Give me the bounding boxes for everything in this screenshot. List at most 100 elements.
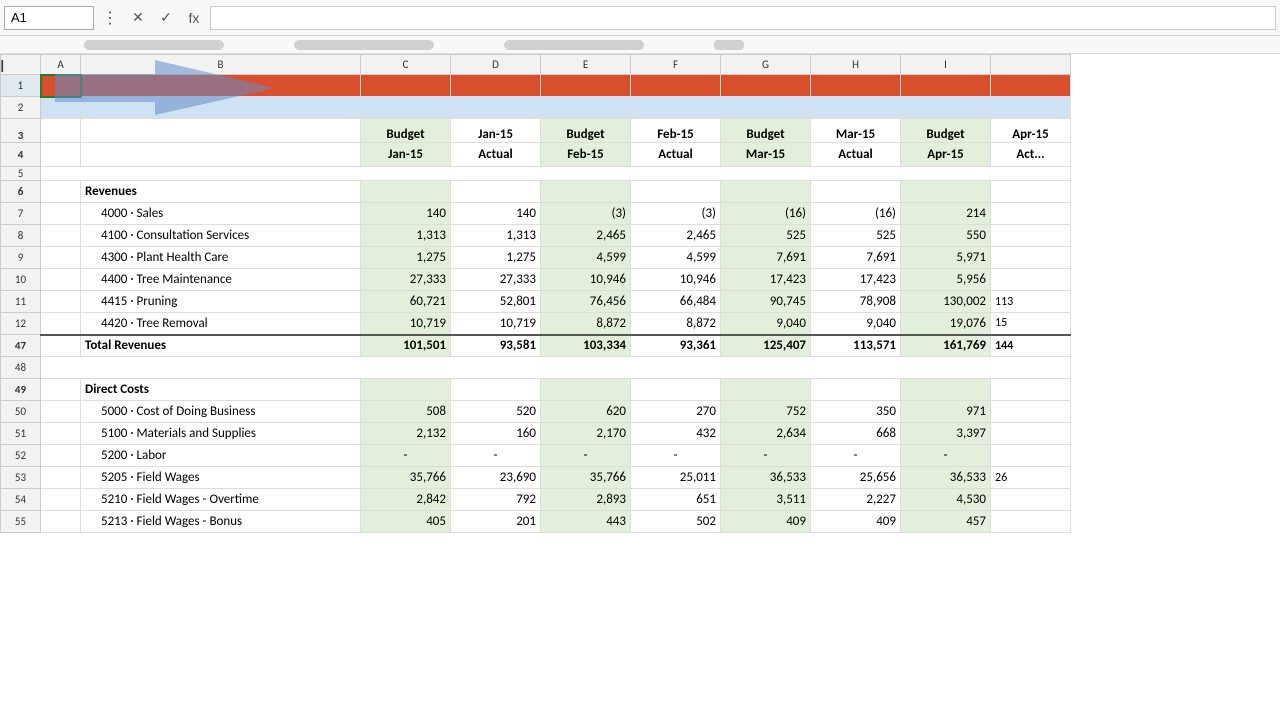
- cell-C7[interactable]: 140: [361, 203, 451, 225]
- cell-J2[interactable]: [991, 97, 1071, 119]
- cell-B53[interactable]: 5205 · Field Wages: [81, 467, 361, 489]
- cell-H3[interactable]: Mar-15: [811, 119, 901, 143]
- cell-G6[interactable]: [721, 181, 811, 203]
- cell-A4[interactable]: [41, 143, 81, 167]
- cell-B7[interactable]: 4000 · Sales: [81, 203, 361, 225]
- cell-D54[interactable]: 792: [451, 489, 541, 511]
- col-header-C[interactable]: C: [361, 55, 451, 75]
- cell-G54[interactable]: 3,511: [721, 489, 811, 511]
- cell-I49[interactable]: [901, 379, 991, 401]
- cell-E12[interactable]: 8,872: [541, 313, 631, 335]
- cell-E7[interactable]: (3): [541, 203, 631, 225]
- scroll-thumb-2[interactable]: [294, 40, 434, 50]
- cell-J6[interactable]: [991, 181, 1071, 203]
- cell-H49[interactable]: [811, 379, 901, 401]
- cell-J47[interactable]: 144: [991, 335, 1071, 357]
- cell-D47[interactable]: 93,581: [451, 335, 541, 357]
- cell-F8[interactable]: 2,465: [631, 225, 721, 247]
- cell-D52[interactable]: -: [451, 445, 541, 467]
- cell-C8[interactable]: 1,313: [361, 225, 451, 247]
- cell-H6[interactable]: [811, 181, 901, 203]
- cell-H9[interactable]: 7,691: [811, 247, 901, 269]
- cell-E52[interactable]: -: [541, 445, 631, 467]
- cell-A55[interactable]: [41, 511, 81, 533]
- cell-F50[interactable]: 270: [631, 401, 721, 423]
- cell-D6[interactable]: [451, 181, 541, 203]
- cell-A10[interactable]: [41, 269, 81, 291]
- cell-D53[interactable]: 23,690: [451, 467, 541, 489]
- cell-F51[interactable]: 432: [631, 423, 721, 445]
- cell-A7[interactable]: [41, 203, 81, 225]
- cell-G7[interactable]: (16): [721, 203, 811, 225]
- cell-D50[interactable]: 520: [451, 401, 541, 423]
- col-header-B[interactable]: B: [81, 55, 361, 75]
- cell-J49[interactable]: [991, 379, 1071, 401]
- cell-D3[interactable]: Jan-15: [451, 119, 541, 143]
- cell-D55[interactable]: 201: [451, 511, 541, 533]
- cell-J10[interactable]: [991, 269, 1071, 291]
- cell-D7[interactable]: 140: [451, 203, 541, 225]
- cell-I1[interactable]: [901, 75, 991, 97]
- cell-A1[interactable]: [41, 75, 81, 97]
- cell-J3[interactable]: Apr-15: [991, 119, 1071, 143]
- scroll-thumb-1[interactable]: [84, 40, 224, 50]
- cell-H4[interactable]: Actual: [811, 143, 901, 167]
- cell-B2[interactable]: [81, 97, 361, 119]
- cell-D1[interactable]: [451, 75, 541, 97]
- cell-B54[interactable]: 5210 · Field Wages - Overtime: [81, 489, 361, 511]
- cell-C53[interactable]: 35,766: [361, 467, 451, 489]
- cell-E4[interactable]: Feb-15: [541, 143, 631, 167]
- cell-E2[interactable]: [541, 97, 631, 119]
- cell-B6[interactable]: Revenues: [81, 181, 361, 203]
- col-header-I[interactable]: I: [901, 55, 991, 75]
- cell-J1[interactable]: [991, 75, 1071, 97]
- cell-B8[interactable]: 4100 · Consultation Services: [81, 225, 361, 247]
- cell-G8[interactable]: 525: [721, 225, 811, 247]
- cell-J50[interactable]: [991, 401, 1071, 423]
- cell-I8[interactable]: 550: [901, 225, 991, 247]
- cell-A54[interactable]: [41, 489, 81, 511]
- cell-G3[interactable]: Budget: [721, 119, 811, 143]
- cell-A49[interactable]: [41, 379, 81, 401]
- cell-B55[interactable]: 5213 · Field Wages - Bonus: [81, 511, 361, 533]
- cell-J53[interactable]: 26: [991, 467, 1071, 489]
- cell-G2[interactable]: [721, 97, 811, 119]
- cell-C3[interactable]: Budget: [361, 119, 451, 143]
- cell-I7[interactable]: 214: [901, 203, 991, 225]
- cell-A12[interactable]: [41, 313, 81, 335]
- cell-C1[interactable]: [361, 75, 451, 97]
- cell-D11[interactable]: 52,801: [451, 291, 541, 313]
- cell-E6[interactable]: [541, 181, 631, 203]
- cell-G52[interactable]: -: [721, 445, 811, 467]
- cell-C12[interactable]: 10,719: [361, 313, 451, 335]
- cell-B11[interactable]: 4415 · Pruning: [81, 291, 361, 313]
- cancel-formula-button[interactable]: ✕: [126, 6, 150, 30]
- cell-A53[interactable]: [41, 467, 81, 489]
- cell-J12[interactable]: 15: [991, 313, 1071, 335]
- cell-G1[interactable]: [721, 75, 811, 97]
- col-header-A[interactable]: A: [41, 55, 81, 75]
- cell-A2[interactable]: [41, 97, 81, 119]
- cell-I9[interactable]: 5,971: [901, 247, 991, 269]
- col-header-F[interactable]: F: [631, 55, 721, 75]
- cell-J11[interactable]: 113: [991, 291, 1071, 313]
- fx-button[interactable]: fx: [182, 6, 206, 30]
- cell-I51[interactable]: 3,397: [901, 423, 991, 445]
- cell-I2[interactable]: [901, 97, 991, 119]
- cell-I10[interactable]: 5,956: [901, 269, 991, 291]
- cell-I53[interactable]: 36,533: [901, 467, 991, 489]
- cell-F52[interactable]: -: [631, 445, 721, 467]
- cell-A9[interactable]: [41, 247, 81, 269]
- cell-I3[interactable]: Budget: [901, 119, 991, 143]
- cell-E51[interactable]: 2,170: [541, 423, 631, 445]
- cell-A6[interactable]: [41, 181, 81, 203]
- cell-C50[interactable]: 508: [361, 401, 451, 423]
- cell-B50[interactable]: 5000 · Cost of Doing Business: [81, 401, 361, 423]
- cell-C51[interactable]: 2,132: [361, 423, 451, 445]
- cell-B3[interactable]: [81, 119, 361, 143]
- cell-D8[interactable]: 1,313: [451, 225, 541, 247]
- formula-input[interactable]: [210, 6, 1276, 30]
- cell-H7[interactable]: (16): [811, 203, 901, 225]
- cell-E9[interactable]: 4,599: [541, 247, 631, 269]
- cell-J51[interactable]: [991, 423, 1071, 445]
